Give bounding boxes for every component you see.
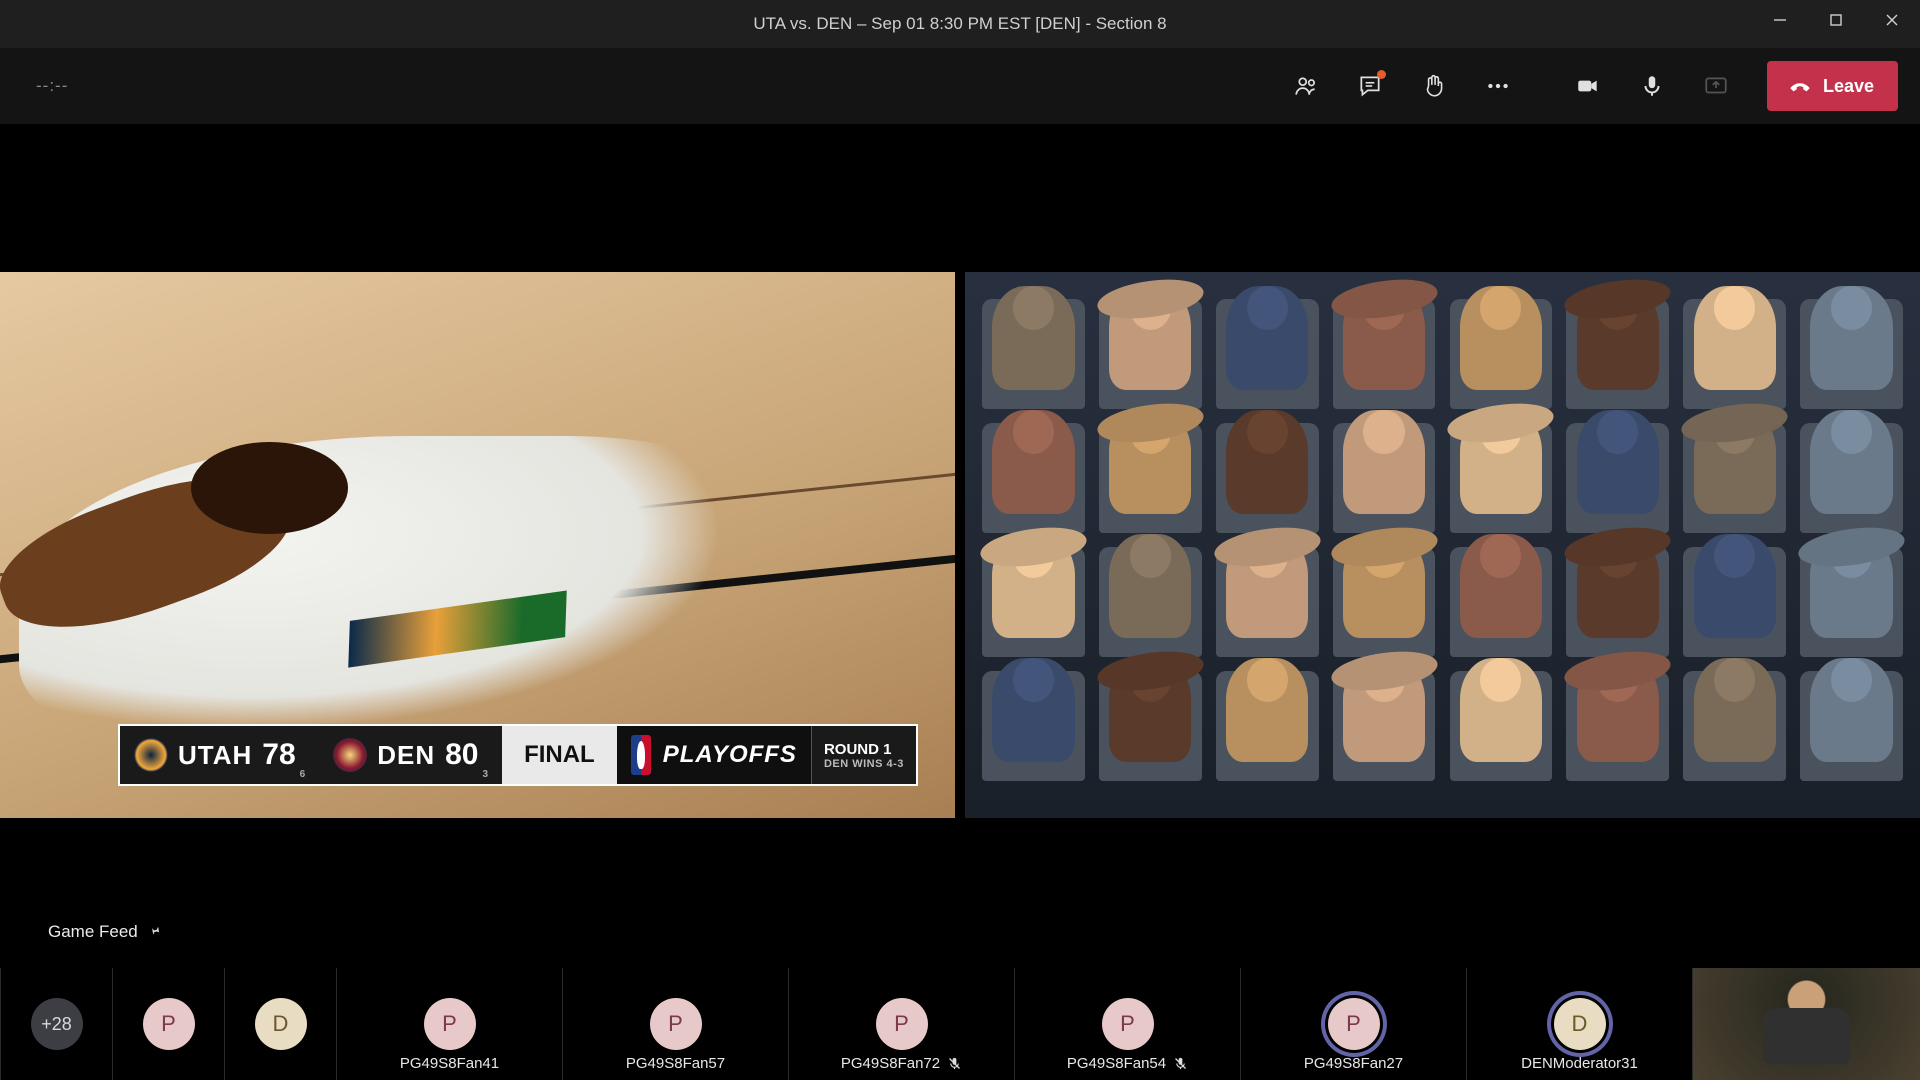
game-feed-label: Game Feed bbox=[48, 922, 160, 942]
avatar: P bbox=[1328, 998, 1380, 1050]
avatar: D bbox=[255, 998, 307, 1050]
leave-button[interactable]: Leave bbox=[1767, 61, 1898, 111]
virtual-crowd-pane[interactable] bbox=[965, 272, 1920, 818]
participant-tile[interactable]: P PG49S8Fan54 bbox=[1014, 968, 1240, 1080]
participant-name: PG49S8Fan72 bbox=[841, 1055, 962, 1072]
raise-hand-icon bbox=[1421, 73, 1447, 99]
chat-button[interactable] bbox=[1345, 61, 1395, 111]
participant-tile[interactable]: P PG49S8Fan41 bbox=[336, 968, 562, 1080]
avatar: D bbox=[1554, 998, 1606, 1050]
hangup-icon bbox=[1787, 73, 1813, 99]
participant-tile[interactable]: P PG49S8Fan57 bbox=[562, 968, 788, 1080]
avatar: P bbox=[876, 998, 928, 1050]
crowd-rows bbox=[975, 292, 1910, 788]
participant-tile[interactable]: D DENModerator31 bbox=[1466, 968, 1692, 1080]
participant-name: PG49S8Fan41 bbox=[400, 1055, 499, 1072]
participant-name: DENModerator31 bbox=[1521, 1055, 1638, 1072]
team1-logo bbox=[134, 738, 168, 772]
team2-seed: 3 bbox=[483, 769, 489, 780]
mic-button[interactable] bbox=[1627, 61, 1677, 111]
round-label: ROUND 1 bbox=[824, 741, 904, 758]
playoffs-label: PLAYOFFS bbox=[663, 741, 797, 769]
avatar: P bbox=[424, 998, 476, 1050]
avatar: P bbox=[1102, 998, 1154, 1050]
more-actions-button[interactable] bbox=[1473, 61, 1523, 111]
leave-label: Leave bbox=[1823, 76, 1874, 97]
team1-score: 78 bbox=[262, 738, 295, 772]
people-button[interactable] bbox=[1281, 61, 1331, 111]
meeting-stage: UTAH 78 6 DEN 80 3 FINAL PLAYOFFS ROUND … bbox=[0, 124, 1920, 1080]
self-video-tile[interactable] bbox=[1692, 968, 1920, 1080]
people-icon bbox=[1293, 73, 1319, 99]
muted-icon bbox=[1173, 1056, 1188, 1071]
muted-icon bbox=[947, 1056, 962, 1071]
team1-seed: 6 bbox=[300, 769, 306, 780]
overflow-participants[interactable]: +28 bbox=[0, 968, 112, 1080]
participant-strip: +28 P D P PG49S8Fan41 P PG49S8Fan57 P PG49S8Fan… bbox=[0, 968, 1920, 1080]
share-icon bbox=[1703, 73, 1729, 99]
maximize-button[interactable] bbox=[1808, 0, 1864, 40]
raise-hand-button[interactable] bbox=[1409, 61, 1459, 111]
team2-logo bbox=[333, 738, 367, 772]
meeting-toolbar: --:-- Leave bbox=[0, 48, 1920, 124]
participant-name: PG49S8Fan27 bbox=[1304, 1055, 1403, 1072]
player-silhouette bbox=[19, 436, 802, 764]
participant-tile[interactable]: P bbox=[112, 968, 224, 1080]
nba-logo bbox=[631, 735, 651, 775]
participant-name: PG49S8Fan54 bbox=[1067, 1055, 1188, 1072]
team2-score: 80 bbox=[445, 738, 478, 772]
participant-name: PG49S8Fan57 bbox=[626, 1055, 725, 1072]
titlebar: UTA vs. DEN – Sep 01 8:30 PM EST [DEN] -… bbox=[0, 0, 1920, 48]
pin-icon bbox=[141, 920, 164, 944]
camera-button[interactable] bbox=[1563, 61, 1613, 111]
camera-icon bbox=[1575, 73, 1601, 99]
self-camera-feed bbox=[1693, 968, 1920, 1080]
team2-abbr: DEN bbox=[377, 740, 435, 771]
overflow-count: +28 bbox=[31, 998, 83, 1050]
avatar: P bbox=[650, 998, 702, 1050]
avatar: P bbox=[143, 998, 195, 1050]
series-result: DEN WINS 4-3 bbox=[824, 758, 904, 770]
video-grid: UTAH 78 6 DEN 80 3 FINAL PLAYOFFS ROUND … bbox=[0, 272, 1920, 818]
window-title: UTA vs. DEN – Sep 01 8:30 PM EST [DEN] -… bbox=[753, 14, 1166, 34]
game-status: FINAL bbox=[502, 726, 617, 784]
participant-tile[interactable]: P PG49S8Fan72 bbox=[788, 968, 1014, 1080]
game-feed-pane[interactable]: UTAH 78 6 DEN 80 3 FINAL PLAYOFFS ROUND … bbox=[0, 272, 955, 818]
window-controls bbox=[1752, 0, 1920, 40]
participant-tile[interactable]: D bbox=[224, 968, 336, 1080]
close-button[interactable] bbox=[1864, 0, 1920, 40]
participant-tile[interactable]: P PG49S8Fan27 bbox=[1240, 968, 1466, 1080]
notification-badge bbox=[1377, 70, 1386, 79]
mic-icon bbox=[1639, 73, 1665, 99]
team1-abbr: UTAH bbox=[178, 740, 252, 771]
score-bug: UTAH 78 6 DEN 80 3 FINAL PLAYOFFS ROUND … bbox=[118, 724, 918, 786]
share-button[interactable] bbox=[1691, 61, 1741, 111]
call-duration: --:-- bbox=[36, 76, 68, 96]
minimize-button[interactable] bbox=[1752, 0, 1808, 40]
more-icon bbox=[1485, 73, 1511, 99]
